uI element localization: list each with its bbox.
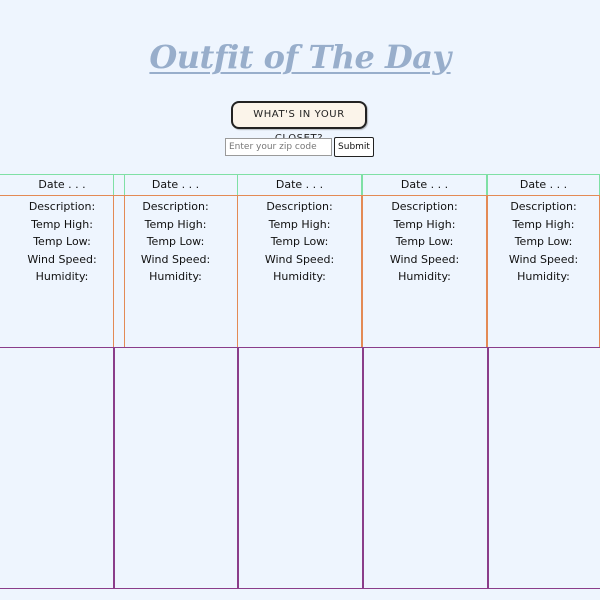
card-temp-low: Temp Low: xyxy=(395,235,454,248)
forecast-card: Date . . . Description: Temp High: Temp … xyxy=(487,174,600,589)
card-weather-info: Description: Temp High: Temp Low: Wind S… xyxy=(237,195,362,348)
forecast-card: Date . . . Description: Temp High: Temp … xyxy=(0,174,125,589)
card-description: Description: xyxy=(28,200,96,213)
card-wind-speed: Wind Speed: xyxy=(264,252,335,266)
card-humidity: Humidity: xyxy=(35,270,89,283)
forecast-card: Date . . . Description: Temp High: Temp … xyxy=(237,174,362,589)
card-outfit-area xyxy=(0,347,125,589)
card-humidity: Humidity: xyxy=(273,270,326,283)
card-temp-low: Temp Low: xyxy=(146,235,205,248)
card-temp-high: Temp High: xyxy=(512,217,575,231)
card-humidity: Humidity: xyxy=(398,270,451,283)
card-wind-speed: Wind Speed: xyxy=(389,252,460,266)
card-description: Description: xyxy=(510,200,577,213)
card-date: Date . . . xyxy=(113,174,238,196)
card-description: Description: xyxy=(142,200,209,213)
page-title: Outfit of The Day xyxy=(149,38,451,76)
card-wind-speed: Wind Speed: xyxy=(140,252,211,266)
card-description: Description: xyxy=(266,200,333,213)
forecast-card: Date . . . Description: Temp High: Temp … xyxy=(362,174,487,589)
card-temp-low: Temp Low: xyxy=(270,235,329,248)
card-date: Date . . . xyxy=(487,174,600,196)
card-temp-low: Temp Low: xyxy=(33,235,91,248)
whats-in-your-closet-button[interactable]: WHAT'S IN YOUR CLOSET? xyxy=(231,101,367,144)
card-humidity: Humidity: xyxy=(149,270,202,283)
card-temp-high: Temp High: xyxy=(144,217,207,231)
zip-code-input[interactable] xyxy=(225,138,332,156)
forecast-cards: Date . . . Description: Temp High: Temp … xyxy=(0,174,600,589)
card-weather-info: Description: Temp High: Temp Low: Wind S… xyxy=(0,195,125,348)
card-temp-high: Temp High: xyxy=(31,217,93,231)
card-humidity: Humidity: xyxy=(517,270,570,283)
card-outfit-area xyxy=(487,347,600,589)
card-outfit-area xyxy=(362,347,487,589)
forecast-card: Date . . . Description: Temp High: Temp … xyxy=(113,174,238,589)
card-date: Date . . . xyxy=(362,174,487,196)
submit-button[interactable]: Submit xyxy=(334,137,374,157)
card-outfit-area xyxy=(113,347,238,589)
card-outfit-area xyxy=(237,347,362,589)
card-weather-info: Description: Temp High: Temp Low: Wind S… xyxy=(362,195,487,348)
card-weather-info: Description: Temp High: Temp Low: Wind S… xyxy=(113,195,238,348)
card-temp-high: Temp High: xyxy=(393,217,456,231)
card-date: Date . . . xyxy=(237,174,362,196)
card-weather-info: Description: Temp High: Temp Low: Wind S… xyxy=(487,195,600,348)
card-wind-speed: Wind Speed: xyxy=(508,252,579,266)
card-date: Date . . . xyxy=(0,174,125,196)
card-temp-low: Temp Low: xyxy=(514,235,573,248)
card-description: Description: xyxy=(391,200,458,213)
card-temp-high: Temp High: xyxy=(268,217,331,231)
card-wind-speed: Wind Speed: xyxy=(27,252,97,266)
